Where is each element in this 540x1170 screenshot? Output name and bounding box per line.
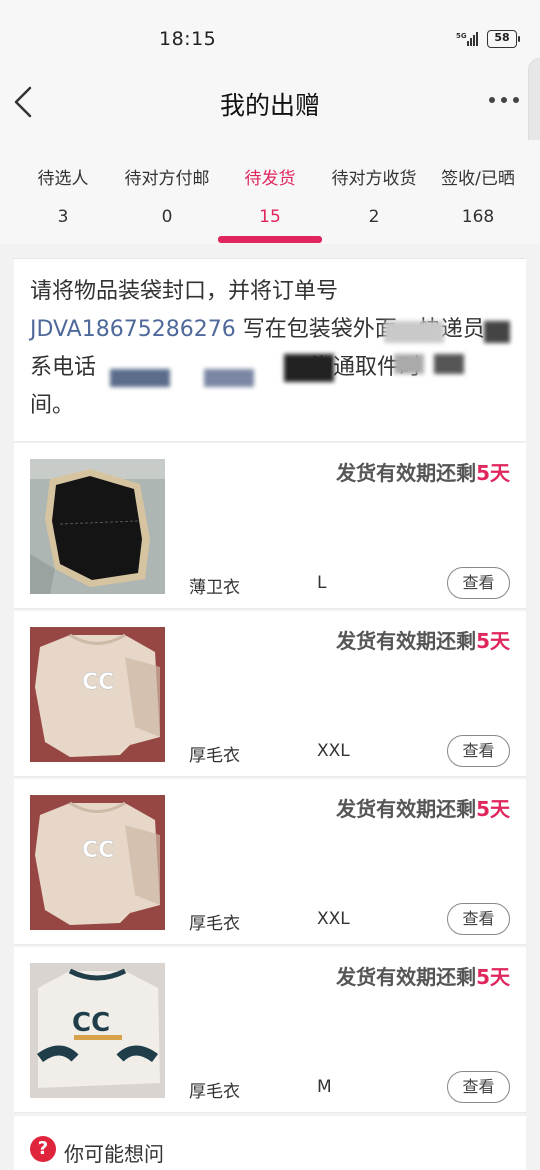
- item-image[interactable]: CC: [30, 963, 165, 1098]
- tab-label: 待选人: [37, 169, 89, 189]
- tab-pending-select[interactable]: 待选人 3: [10, 140, 116, 244]
- page-title: 我的出赠: [219, 91, 320, 120]
- instruction-prefix: 请将物品装袋封口，并将订单号: [30, 279, 339, 304]
- signal-icon: 5G: [456, 32, 478, 46]
- ship-deadline: 发货有效期还剩5天: [336, 961, 510, 990]
- battery-icon: 58: [487, 30, 520, 48]
- status-time: 18:15: [159, 28, 217, 50]
- redacted-block: [484, 321, 510, 343]
- instruction-line3: 系电话: [30, 355, 97, 380]
- deadline-days: 5天: [476, 461, 510, 485]
- tab-count: 2: [368, 207, 380, 227]
- svg-text:CC: CC: [82, 838, 114, 863]
- item-size: L: [317, 573, 327, 593]
- tab-label: 待发货: [244, 169, 296, 189]
- gift-item: CC 发货有效期还剩5天 厚毛衣 M 查看: [14, 947, 526, 1113]
- view-button[interactable]: 查看: [447, 1071, 510, 1103]
- redacted-block: [204, 369, 254, 387]
- gift-item: CC 发货有效期还剩5天 厚毛衣 XXL 查看: [14, 779, 526, 945]
- deadline-label: 发货有效期还剩: [336, 461, 477, 485]
- deadline-label: 发货有效期还剩: [336, 797, 477, 821]
- tab-label: 待对方付邮: [124, 169, 210, 189]
- tab-pending-receive[interactable]: 待对方收货 2: [320, 140, 428, 244]
- order-number[interactable]: JDVA18675286276: [30, 317, 236, 342]
- deadline-days: 5天: [476, 965, 510, 989]
- item-name: 厚毛衣: [189, 1082, 240, 1102]
- view-button[interactable]: 查看: [447, 903, 510, 935]
- tab-pending-ship[interactable]: 待发货 15: [218, 140, 322, 244]
- tab-count: 0: [161, 207, 173, 227]
- item-name: 厚毛衣: [189, 746, 240, 766]
- item-size: XXL: [317, 741, 350, 761]
- svg-text:CC: CC: [82, 670, 114, 695]
- item-size: M: [317, 1077, 332, 1097]
- header: 我的出赠: [0, 70, 540, 140]
- tab-count: 3: [57, 207, 69, 227]
- tab-bar: 待选人 3 待对方付邮 0 待发货 15 待对方收货 2 签收/已晒 168: [0, 140, 540, 244]
- view-button[interactable]: 查看: [447, 735, 510, 767]
- tab-signed-shared[interactable]: 签收/已晒 168: [428, 140, 528, 244]
- gift-item: 发货有效期还剩5天 薄卫衣 L 查看: [14, 443, 526, 609]
- ship-deadline: 发货有效期还剩5天: [336, 457, 510, 486]
- faq-label: 你可能想问: [64, 1142, 164, 1166]
- instruction-suffix: 写在包装袋外面。快递员: [235, 317, 485, 342]
- deadline-days: 5天: [476, 797, 510, 821]
- redacted-block: [384, 321, 444, 343]
- gift-item: CC 发货有效期还剩5天 厚毛衣 XXL 查看: [14, 611, 526, 777]
- item-name: 薄卫衣: [189, 578, 240, 598]
- tab-pending-postage[interactable]: 待对方付邮 0: [112, 140, 222, 244]
- view-button[interactable]: 查看: [447, 567, 510, 599]
- instruction-line4: 间。: [30, 393, 75, 418]
- item-image[interactable]: CC: [30, 795, 165, 930]
- svg-text:CC: CC: [72, 1008, 110, 1038]
- faq-section[interactable]: ? 你可能想问: [14, 1116, 526, 1170]
- redacted-block: [110, 369, 170, 387]
- redacted-block: [284, 354, 334, 382]
- svg-text:5G: 5G: [456, 32, 467, 40]
- item-size: XXL: [317, 909, 350, 929]
- item-image[interactable]: CC: [30, 627, 165, 762]
- tab-count: 15: [259, 207, 281, 227]
- tab-label: 待对方收货: [331, 169, 417, 189]
- status-bar: 18:15 5G 58: [0, 0, 540, 70]
- more-dots-icon[interactable]: [484, 84, 524, 116]
- active-tab-indicator: [218, 236, 322, 243]
- item-image[interactable]: [30, 459, 165, 594]
- tab-count: 168: [461, 207, 495, 227]
- question-icon: ?: [30, 1136, 56, 1162]
- ship-deadline: 发货有效期还剩5天: [336, 625, 510, 654]
- item-name: 厚毛衣: [189, 914, 240, 934]
- redacted-block: [394, 354, 424, 374]
- deadline-label: 发货有效期还剩: [336, 965, 477, 989]
- deadline-days: 5天: [476, 629, 510, 653]
- tab-label: 签收/已晒: [441, 169, 515, 189]
- instruction-text: 请将物品装袋封口，并将订单号 JDVA18675286276 写在包装袋外面。快…: [30, 273, 510, 425]
- deadline-label: 发货有效期还剩: [336, 629, 477, 653]
- shipping-instruction: 请将物品装袋封口，并将订单号 JDVA18675286276 写在包装袋外面。快…: [14, 258, 526, 442]
- ship-deadline: 发货有效期还剩5天: [336, 793, 510, 822]
- redacted-block: [434, 354, 464, 374]
